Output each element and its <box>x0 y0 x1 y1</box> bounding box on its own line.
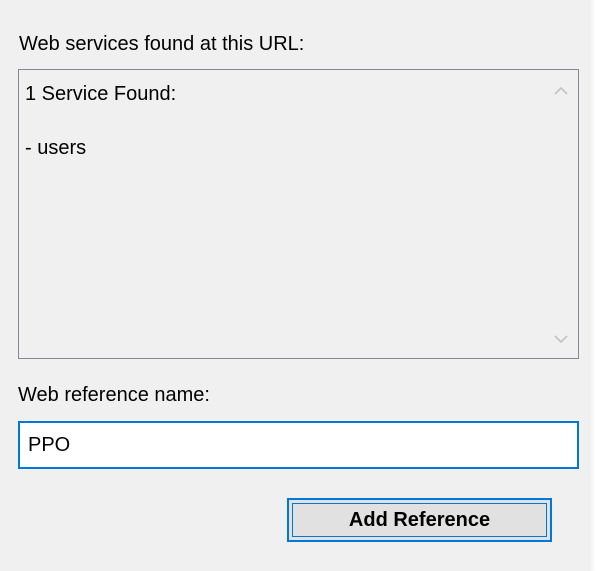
chevron-down-icon[interactable] <box>552 330 570 348</box>
services-list-box[interactable]: 1 Service Found: - users <box>18 69 579 359</box>
web-reference-name-label: Web reference name: <box>18 384 210 406</box>
services-scrollbar[interactable] <box>544 70 578 358</box>
services-text: 1 Service Found: - users <box>25 82 176 160</box>
add-reference-label: Add Reference <box>348 509 491 531</box>
service-item-users: - users <box>25 137 87 159</box>
web-reference-panel: Web services found at this URL: 1 Servic… <box>0 0 589 571</box>
add-reference-button[interactable]: Add Reference <box>287 498 552 542</box>
chevron-up-icon[interactable] <box>552 82 570 100</box>
window-edge <box>588 0 596 571</box>
web-reference-name-input[interactable] <box>18 421 579 469</box>
services-found-count: 1 Service Found: <box>25 83 177 105</box>
services-found-label: Web services found at this URL: <box>19 33 305 55</box>
